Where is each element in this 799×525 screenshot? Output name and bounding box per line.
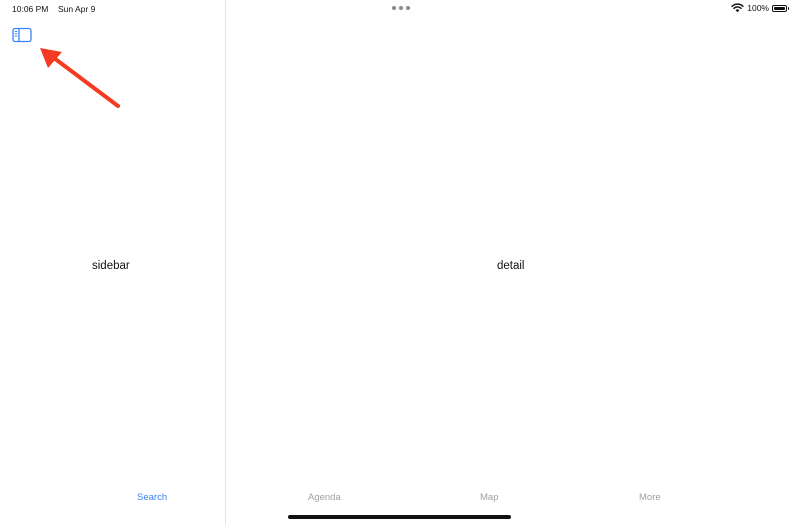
detail-label: detail bbox=[497, 260, 525, 272]
status-bar: 10:06 PM Sun Apr 9 100% bbox=[0, 0, 799, 17]
sidebar-label: sidebar bbox=[92, 260, 130, 272]
sidebar-toggle-button[interactable] bbox=[12, 27, 32, 43]
sidebar-toggle-icon bbox=[12, 27, 32, 43]
battery-icon bbox=[772, 4, 789, 12]
multitask-dots-icon[interactable] bbox=[392, 4, 410, 12]
status-right-group: 100% bbox=[731, 3, 789, 13]
tab-more[interactable]: More bbox=[639, 492, 661, 503]
status-date: Sun Apr 9 bbox=[58, 4, 96, 14]
home-indicator[interactable] bbox=[288, 515, 511, 519]
tab-search[interactable]: Search bbox=[137, 492, 167, 503]
tab-agenda[interactable]: Agenda bbox=[308, 492, 341, 503]
battery-percent: 100% bbox=[747, 3, 769, 13]
annotation-arrow-icon bbox=[40, 48, 120, 108]
status-time: 10:06 PM bbox=[12, 4, 49, 14]
tab-map[interactable]: Map bbox=[480, 492, 498, 503]
ipad-screen: sidebar detail 10:06 PM Sun Apr 9 100% S… bbox=[0, 0, 799, 525]
wifi-icon bbox=[731, 3, 744, 13]
